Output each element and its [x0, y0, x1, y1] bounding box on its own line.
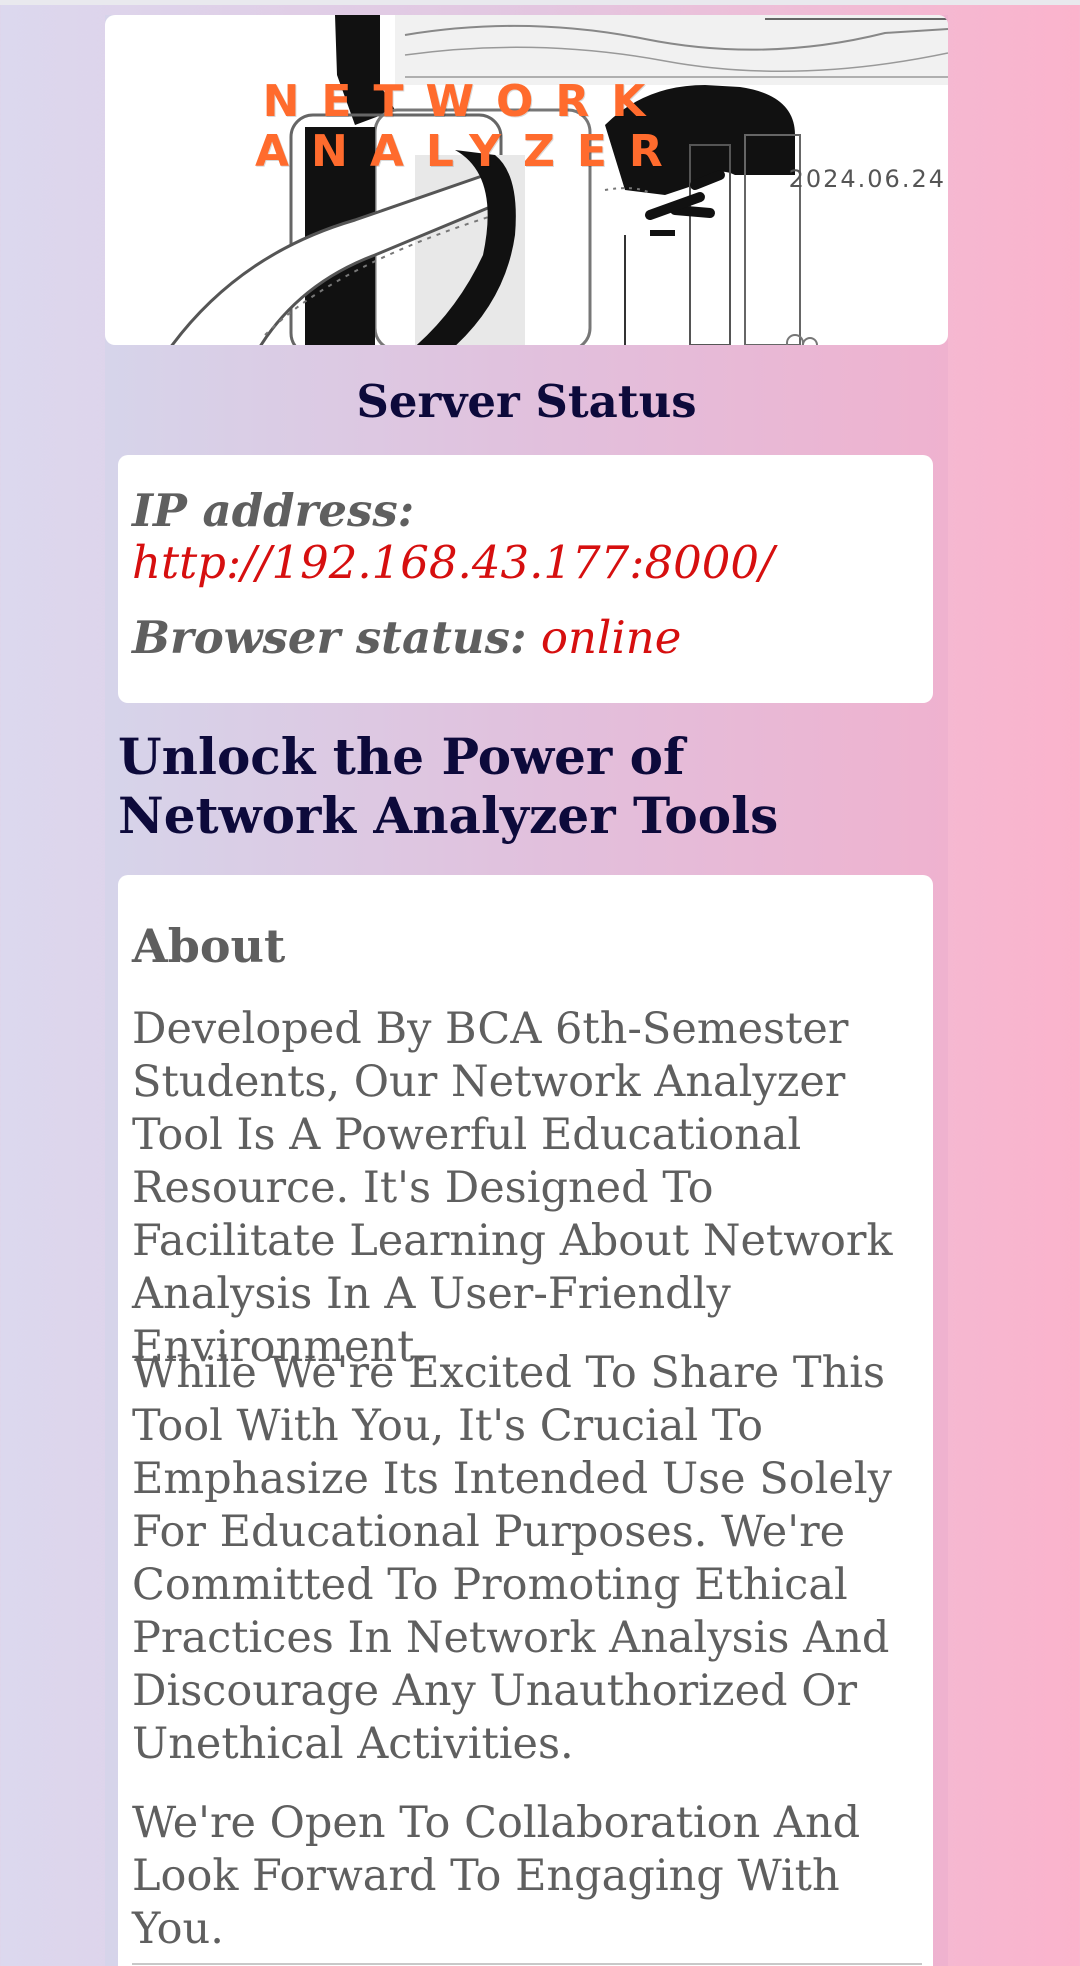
page-container: NETWORK ANALYZER 2024.06.24 Server Statu…: [105, 15, 948, 1966]
page-headline: Unlock the Power of Network Analyzer Too…: [118, 727, 779, 845]
hero-title-line2: ANALYZER: [255, 126, 685, 177]
top-edge: [0, 0, 1080, 5]
about-title: About: [132, 919, 286, 973]
hero-title-line1: NETWORK: [262, 76, 668, 127]
about-paragraph-1: Developed By BCA 6th-Semester Students, …: [132, 1004, 893, 1372]
browser-status-value: online: [540, 611, 682, 664]
about-paragraph-3: We're Open To Collaboration And Look For…: [132, 1798, 861, 1954]
ip-address-value[interactable]: http://192.168.43.177:8000/: [132, 536, 774, 589]
browser-status-label: Browser status:: [132, 611, 527, 664]
ip-address-row: IP address: http://192.168.43.177:8000/: [132, 485, 922, 589]
divider: [132, 1963, 922, 1965]
server-status-title: Server Status: [356, 375, 697, 428]
ip-address-label: IP address:: [132, 484, 415, 537]
hero-title: NETWORK ANALYZER: [255, 77, 675, 177]
about-paragraph-2: While We're Excited To Share This Tool W…: [132, 1348, 892, 1769]
browser-status-row: Browser status: online: [132, 612, 681, 664]
about-card: About Developed By BCA 6th-Semester Stud…: [118, 875, 933, 1966]
hero-date: 2024.06.24: [788, 165, 946, 193]
hero-banner: NETWORK ANALYZER 2024.06.24: [105, 15, 948, 345]
server-status-card: IP address: http://192.168.43.177:8000/ …: [118, 455, 933, 703]
